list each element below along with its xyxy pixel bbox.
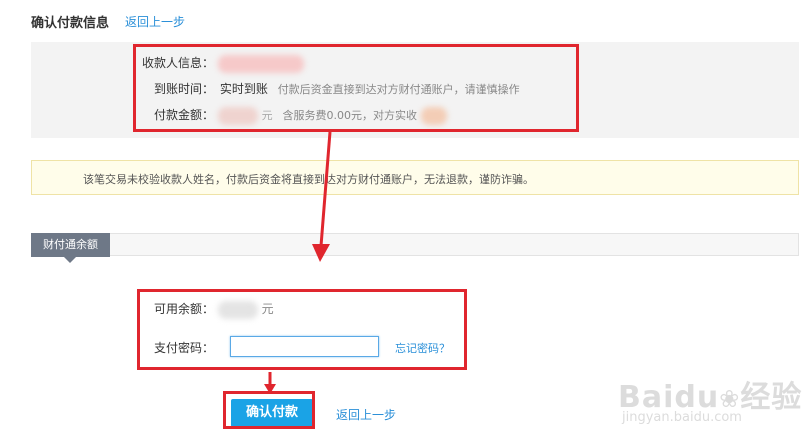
annotation-arrow-line-1: [319, 131, 332, 247]
paw-icon: ❀: [719, 385, 741, 413]
annotation-arrow-head-1: [312, 244, 330, 262]
annotation-arrow-head-2: [264, 384, 276, 394]
watermark-url: jingyan.baidu.com: [622, 410, 742, 425]
